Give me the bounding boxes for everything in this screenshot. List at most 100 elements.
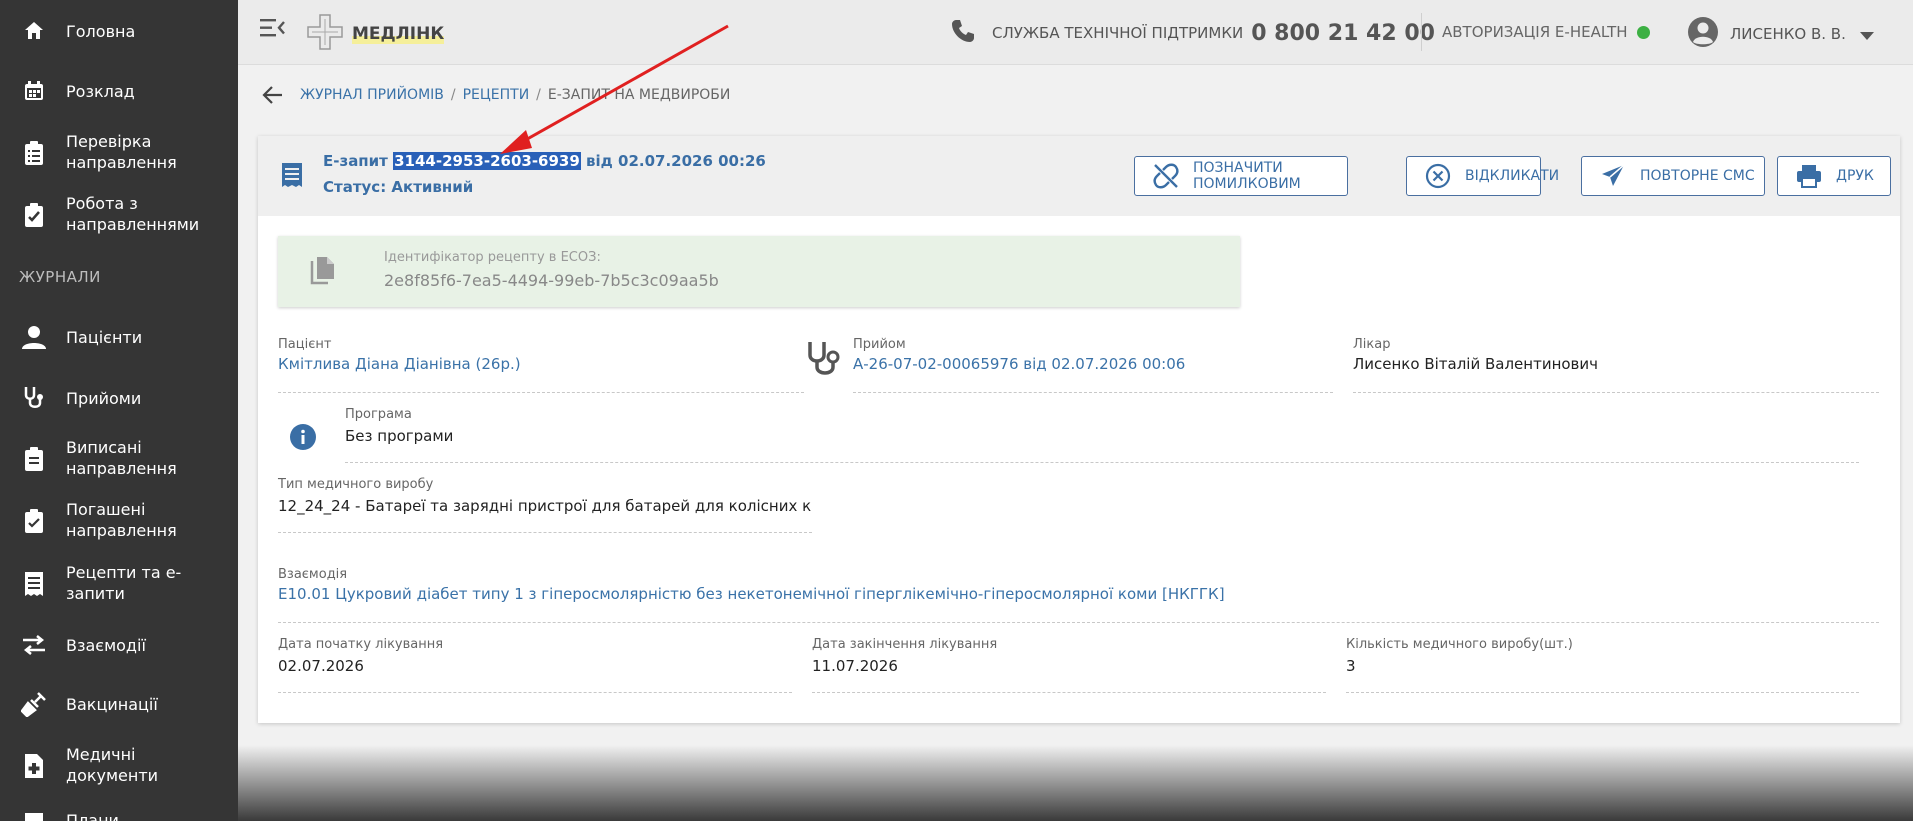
send-icon bbox=[1600, 163, 1626, 189]
clipboard-check-icon bbox=[20, 201, 48, 229]
quantity-field: Кількість медичного виробу(шт.) 3 bbox=[1346, 637, 1859, 693]
request-card: Е-запит 3144-2953-2603-6939 від 02.07.20… bbox=[258, 136, 1900, 723]
request-prefix: Е-запит bbox=[323, 152, 388, 170]
field-underline bbox=[853, 392, 1333, 393]
breadcrumb-separator: / bbox=[536, 87, 541, 103]
breadcrumb-visits-journal[interactable]: ЖУРНАЛ ПРИЙОМІВ bbox=[300, 87, 444, 103]
sidebar-item-schedule[interactable]: Розклад bbox=[0, 76, 238, 106]
program-value: Без програми bbox=[345, 427, 454, 445]
resend-sms-button[interactable]: ПОВТОРНЕ СМС bbox=[1581, 156, 1765, 196]
sidebar-item-label: Пацієнти bbox=[66, 328, 143, 347]
copy-icon[interactable] bbox=[308, 256, 336, 286]
patient-field: Пацієнт Кмітлива Діана Діанівна (26р.) bbox=[278, 337, 804, 393]
revoke-button[interactable]: ВІДКЛИКАТИ bbox=[1406, 156, 1559, 196]
visit-field: Прийом А-26-07-02-00065976 від 02.07.202… bbox=[853, 337, 1333, 393]
device-type-field: Тип медичного виробу 12_24_24 - Батареї … bbox=[278, 477, 812, 533]
sidebar-item-label: Рецепти та е-запити bbox=[66, 563, 182, 603]
esoz-id-box: Ідентифікатор рецепту в ЕСОЗ: 2e8f85f6-7… bbox=[278, 236, 1240, 307]
top-bar: МЕДЛІНК СЛУЖБА ТЕХНІЧНОЇ ПІДТРИМКИ 0 800… bbox=[238, 0, 1913, 65]
breadcrumb-current: Е-ЗАПИТ НА МЕДВИРОБИ bbox=[547, 87, 731, 103]
field-underline bbox=[1353, 392, 1879, 393]
start-date-value: 02.07.2026 bbox=[278, 657, 364, 675]
printer-icon bbox=[1796, 163, 1822, 189]
mark-error-label: ПОЗНАЧИТИ ПОМИЛКОВИМ bbox=[1193, 160, 1301, 192]
user-name: ЛИСЕНКО В. В. bbox=[1730, 25, 1846, 43]
sidebar-item-vaccinations[interactable]: Вакцинації bbox=[0, 689, 238, 719]
field-underline bbox=[812, 692, 1326, 693]
sidebar-item-label: Вакцинації bbox=[66, 695, 158, 714]
support-phone: 0 800 21 42 00 bbox=[1251, 20, 1435, 46]
end-date-label: Дата закінчення лікування bbox=[812, 637, 998, 652]
program-label: Програма bbox=[345, 407, 412, 422]
mark-error-button[interactable]: ПОЗНАЧИТИ ПОМИЛКОВИМ bbox=[1134, 156, 1348, 196]
start-date-label: Дата початку лікування bbox=[278, 637, 444, 652]
sidebar-item-label: Виписані направлення bbox=[66, 438, 177, 478]
sidebar-section-journals: ЖУРНАЛИ bbox=[19, 268, 101, 286]
clipboard-list-icon bbox=[20, 445, 48, 473]
quantity-value: 3 bbox=[1346, 657, 1356, 675]
sidebar-item-label: Розклад bbox=[66, 82, 135, 101]
field-underline bbox=[1346, 692, 1859, 693]
print-button[interactable]: ДРУК bbox=[1777, 156, 1891, 196]
logo-cross-icon bbox=[306, 13, 344, 55]
sidebar-item-prescriptions[interactable]: Рецепти та е-запити bbox=[0, 562, 238, 606]
topbar-divider bbox=[1421, 13, 1422, 51]
visit-link[interactable]: А-26-07-02-00065976 від 02.07.2026 00:06 bbox=[853, 355, 1333, 373]
person-icon bbox=[20, 323, 48, 351]
ehealth-label: АВТОРИЗАЦІЯ E-HEALTH bbox=[1442, 23, 1628, 41]
app-logo[interactable]: МЕДЛІНК bbox=[306, 13, 445, 55]
resend-sms-label: ПОВТОРНЕ СМС bbox=[1640, 168, 1755, 184]
sidebar-item-medical-documents[interactable]: Медичні документи bbox=[0, 744, 238, 788]
sidebar-item-label: Перевірка направлення bbox=[66, 132, 177, 172]
sidebar-item-home[interactable]: Головна bbox=[0, 16, 238, 46]
start-date-field: Дата початку лікування 02.07.2026 bbox=[278, 637, 792, 693]
patient-link[interactable]: Кмітлива Діана Діанівна (26р.) bbox=[278, 355, 804, 373]
visit-label: Прийом bbox=[853, 337, 906, 352]
interaction-link[interactable]: E10.01 Цукровий діабет типу 1 з гіперосм… bbox=[278, 585, 1879, 603]
cancel-circle-icon bbox=[1425, 163, 1451, 189]
sidebar-item-label: Робота з направленнями bbox=[66, 194, 200, 234]
avatar bbox=[1688, 17, 1718, 51]
interaction-label: Взаємодія bbox=[278, 567, 348, 582]
sidebar-item-referral-check[interactable]: Перевірка направлення bbox=[0, 131, 238, 175]
swap-icon bbox=[20, 631, 48, 659]
ehealth-status[interactable]: АВТОРИЗАЦІЯ E-HEALTH bbox=[1442, 23, 1650, 41]
clipboard-done-icon bbox=[20, 507, 48, 535]
sidebar-item-plans[interactable]: Плани bbox=[0, 808, 238, 821]
print-label: ДРУК bbox=[1836, 168, 1874, 184]
sidebar-item-label: Плани bbox=[66, 811, 119, 821]
field-underline bbox=[278, 392, 804, 393]
sidebar-item-visits[interactable]: Прийоми bbox=[0, 383, 238, 413]
breadcrumb-prescriptions[interactable]: РЕЦЕПТИ bbox=[463, 87, 530, 103]
breadcrumb: ЖУРНАЛ ПРИЙОМІВ / РЕЦЕПТИ / Е-ЗАПИТ НА М… bbox=[262, 84, 730, 106]
sidebar-item-interactions[interactable]: Взаємодії bbox=[0, 630, 238, 660]
stethoscope-icon bbox=[804, 339, 842, 383]
clipboard-icon bbox=[20, 139, 48, 167]
support-label: СЛУЖБА ТЕХНІЧНОЇ ПІДТРИМКИ bbox=[992, 24, 1244, 42]
sidebar-item-referrals-work[interactable]: Робота з направленнями bbox=[0, 193, 238, 237]
request-date: від 02.07.2026 00:26 bbox=[586, 152, 766, 170]
field-underline bbox=[278, 532, 812, 533]
user-menu[interactable]: ЛИСЕНКО В. В. bbox=[1688, 17, 1874, 51]
sidebar-item-label: Прийоми bbox=[66, 389, 142, 408]
calendar-icon bbox=[20, 77, 48, 105]
plans-icon bbox=[20, 809, 48, 821]
sidebar-item-redeemed-referrals[interactable]: Погашені направлення bbox=[0, 499, 238, 543]
sidebar-item-label: Медичні документи bbox=[66, 745, 159, 785]
menu-collapse-icon[interactable] bbox=[260, 17, 286, 39]
sidebar-item-patients[interactable]: Пацієнти bbox=[0, 322, 238, 352]
request-number[interactable]: 3144-2953-2603-6939 bbox=[393, 152, 581, 170]
request-header: Е-запит 3144-2953-2603-6939 від 02.07.20… bbox=[258, 136, 1900, 216]
request-title: Е-запит 3144-2953-2603-6939 від 02.07.20… bbox=[323, 152, 766, 170]
end-date-value: 11.07.2026 bbox=[812, 657, 898, 675]
status-dot-icon bbox=[1636, 25, 1650, 39]
sidebar-item-issued-referrals[interactable]: Виписані направлення bbox=[0, 437, 238, 481]
back-arrow-icon[interactable] bbox=[262, 84, 284, 106]
doctor-field: Лікар Лисенко Віталій Валентинович bbox=[1353, 337, 1879, 393]
field-underline bbox=[278, 692, 792, 693]
support-info: СЛУЖБА ТЕХНІЧНОЇ ПІДТРИМКИ 0 800 21 42 0… bbox=[950, 18, 1435, 48]
program-field: Програма Без програми bbox=[345, 407, 1859, 463]
broken-link-icon bbox=[1153, 163, 1179, 189]
revoke-label: ВІДКЛИКАТИ bbox=[1465, 168, 1560, 184]
doctor-label: Лікар bbox=[1353, 337, 1391, 352]
